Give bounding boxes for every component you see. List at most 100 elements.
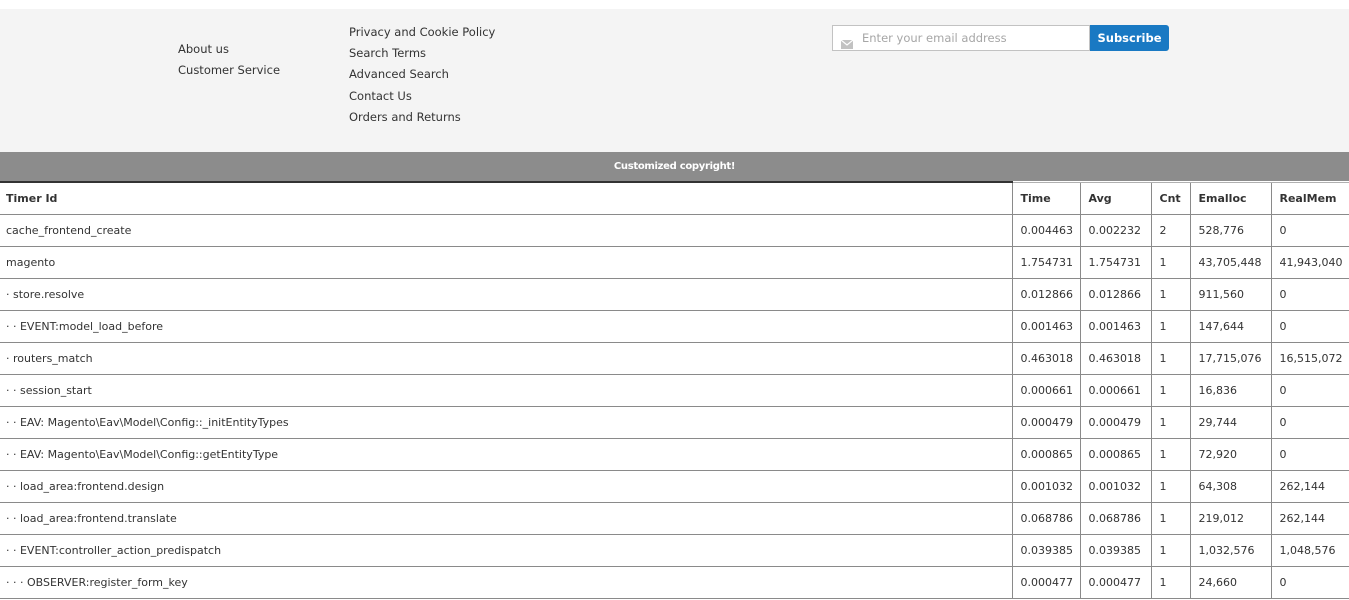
realmem-cell: 1,048,576 (1270, 534, 1349, 567)
footer-link-orders-returns[interactable]: Orders and Returns (349, 110, 461, 124)
emalloc-cell: 43,705,448 (1189, 246, 1271, 279)
timer-id-cell: cache_frontend_create (0, 214, 1012, 247)
timer-id-cell: · · EAV: Magento\Eav\Model\Config::_init… (0, 406, 1012, 439)
cnt-cell: 1 (1150, 566, 1190, 599)
emalloc-cell: 72,920 (1189, 438, 1271, 471)
timer-id-cell: · · EVENT:model_load_before (0, 310, 1012, 343)
emalloc-cell: 64,308 (1189, 470, 1271, 503)
emalloc-cell: 911,560 (1189, 278, 1271, 311)
avg-cell: 0.012866 (1079, 278, 1151, 311)
table-row: cache_frontend_create 0.004463 0.002232 2 52… (0, 214, 1349, 247)
cnt-cell: 1 (1150, 374, 1190, 407)
timer-id-cell: · · load_area:frontend.translate (0, 502, 1012, 535)
time-cell: 1.754731 (1011, 246, 1080, 279)
realmem-cell: 0 (1270, 406, 1349, 439)
time-cell: 0.001032 (1011, 470, 1080, 503)
footer-link-item[interactable]: Contact Us (349, 86, 495, 107)
avg-cell: 0.000477 (1079, 566, 1151, 599)
realmem-cell: 262,144 (1270, 502, 1349, 535)
footer-link-privacy-policy[interactable]: Privacy and Cookie Policy (349, 25, 495, 39)
emalloc-cell: 24,660 (1189, 566, 1271, 599)
emalloc-cell: 29,744 (1189, 406, 1271, 439)
timer-id-cell: · · EAV: Magento\Eav\Model\Config::getEn… (0, 438, 1012, 471)
cnt-cell: 1 (1150, 406, 1190, 439)
realmem-cell: 0 (1270, 278, 1349, 311)
envelope-icon (840, 34, 854, 49)
cnt-cell: 1 (1150, 438, 1190, 471)
timer-id-cell: · · session_start (0, 374, 1012, 407)
time-cell: 0.012866 (1011, 278, 1080, 311)
cnt-cell: 1 (1150, 278, 1190, 311)
profiler-header-row: Timer Id Time Avg Cnt Emalloc RealMem (0, 181, 1349, 215)
cnt-cell: 1 (1150, 534, 1190, 567)
timer-id-cell: magento (0, 246, 1012, 279)
emalloc-cell: 528,776 (1189, 214, 1271, 247)
cnt-cell: 2 (1150, 214, 1190, 247)
cnt-cell: 1 (1150, 470, 1190, 503)
table-row: · · EVENT:controller_action_predispatch 0… (0, 534, 1349, 567)
time-cell: 0.001463 (1011, 310, 1080, 343)
column-header-realmem: RealMem (1270, 181, 1349, 215)
footer-link-item[interactable]: Customer Service (178, 60, 280, 81)
table-row: · · load_area:frontend.translate 0.068786… (0, 502, 1349, 535)
emalloc-cell: 219,012 (1189, 502, 1271, 535)
time-cell: 0.000477 (1011, 566, 1080, 599)
time-cell: 0.000661 (1011, 374, 1080, 407)
timer-id-cell: · routers_match (0, 342, 1012, 375)
time-cell: 0.000865 (1011, 438, 1080, 471)
subscribe-button[interactable]: Subscribe (1090, 25, 1169, 51)
realmem-cell: 0 (1270, 310, 1349, 343)
avg-cell: 0.000479 (1079, 406, 1151, 439)
table-row: · routers_match 0.463018 0.463018 1 17,715,0… (0, 342, 1349, 375)
emalloc-cell: 1,032,576 (1189, 534, 1271, 567)
footer-link-item[interactable]: About us (178, 39, 280, 60)
footer-link-contact-us[interactable]: Contact Us (349, 89, 412, 103)
table-row: · store.resolve 0.012866 0.012866 1 911,560 0 (0, 278, 1349, 311)
timer-id-cell: · · load_area:frontend.design (0, 470, 1012, 503)
avg-cell: 0.068786 (1079, 502, 1151, 535)
footer-link-advanced-search[interactable]: Advanced Search (349, 67, 449, 81)
table-row: · · load_area:frontend.design 0.001032 0.0… (0, 470, 1349, 503)
footer-link-search-terms[interactable]: Search Terms (349, 46, 426, 60)
time-cell: 0.000479 (1011, 406, 1080, 439)
time-cell: 0.463018 (1011, 342, 1080, 375)
column-header-time: Time (1011, 181, 1080, 215)
avg-cell: 0.463018 (1079, 342, 1151, 375)
footer-link-item[interactable]: Orders and Returns (349, 107, 495, 128)
footer-link-item[interactable]: Search Terms (349, 43, 495, 64)
table-row: · · EAV: Magento\Eav\Model\Config::_init… (0, 406, 1349, 439)
column-header-avg: Avg (1079, 181, 1151, 215)
avg-cell: 0.001463 (1079, 310, 1151, 343)
timer-id-cell: · · EVENT:controller_action_predispatch (0, 534, 1012, 567)
cnt-cell: 1 (1150, 310, 1190, 343)
realmem-cell: 0 (1270, 438, 1349, 471)
footer-link-about-us[interactable]: About us (178, 42, 229, 56)
cnt-cell: 1 (1150, 342, 1190, 375)
footer-links-column-1: About us Customer Service (178, 39, 280, 81)
emalloc-cell: 17,715,076 (1189, 342, 1271, 375)
table-row: magento 1.754731 1.754731 1 43,705,448 41,943… (0, 246, 1349, 279)
time-cell: 0.039385 (1011, 534, 1080, 567)
avg-cell: 0.001032 (1079, 470, 1151, 503)
avg-cell: 0.000661 (1079, 374, 1151, 407)
newsletter-email-field[interactable] (832, 25, 1090, 51)
avg-cell: 0.000865 (1079, 438, 1151, 471)
avg-cell: 0.039385 (1079, 534, 1151, 567)
emalloc-cell: 16,836 (1189, 374, 1271, 407)
table-row: · · EAV: Magento\Eav\Model\Config::getEn… (0, 438, 1349, 471)
footer-link-item[interactable]: Privacy and Cookie Policy (349, 22, 495, 43)
profiler-table: Timer Id Time Avg Cnt Emalloc RealMem ca… (0, 181, 1349, 599)
profiler-body: cache_frontend_create 0.004463 0.002232 2 52… (0, 214, 1349, 599)
footer-links-column-2: Privacy and Cookie Policy Search Terms A… (349, 22, 495, 128)
realmem-cell: 0 (1270, 214, 1349, 247)
avg-cell: 0.002232 (1079, 214, 1151, 247)
newsletter-email-input[interactable] (862, 31, 1082, 45)
footer-link-item[interactable]: Advanced Search (349, 64, 495, 85)
emalloc-cell: 147,644 (1189, 310, 1271, 343)
column-header-timer-id: Timer Id (0, 181, 1012, 215)
footer-link-customer-service[interactable]: Customer Service (178, 63, 280, 77)
table-row: · · session_start 0.000661 0.000661 1 16,836… (0, 374, 1349, 407)
table-row: · · · OBSERVER:register_form_key 0.000477… (0, 566, 1349, 599)
timer-id-cell: · · · OBSERVER:register_form_key (0, 566, 1012, 599)
copyright-text: Customized copyright! (613, 161, 736, 172)
